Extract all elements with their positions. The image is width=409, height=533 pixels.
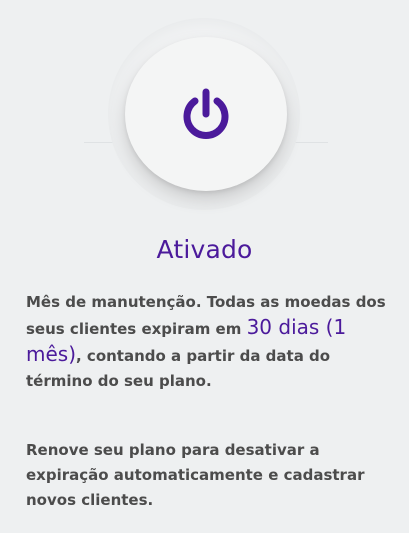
maintenance-status-card: Ativado Mês de manutenção. Todas as moed…: [0, 0, 409, 533]
power-toggle-button[interactable]: [125, 37, 287, 191]
renew-plan-note: Renove seu plano para desativar a expira…: [26, 441, 365, 509]
status-title: Ativado: [156, 235, 253, 264]
power-icon: [183, 88, 229, 139]
maintenance-description: Mês de manutenção. Todas as moedas dos s…: [26, 290, 388, 394]
